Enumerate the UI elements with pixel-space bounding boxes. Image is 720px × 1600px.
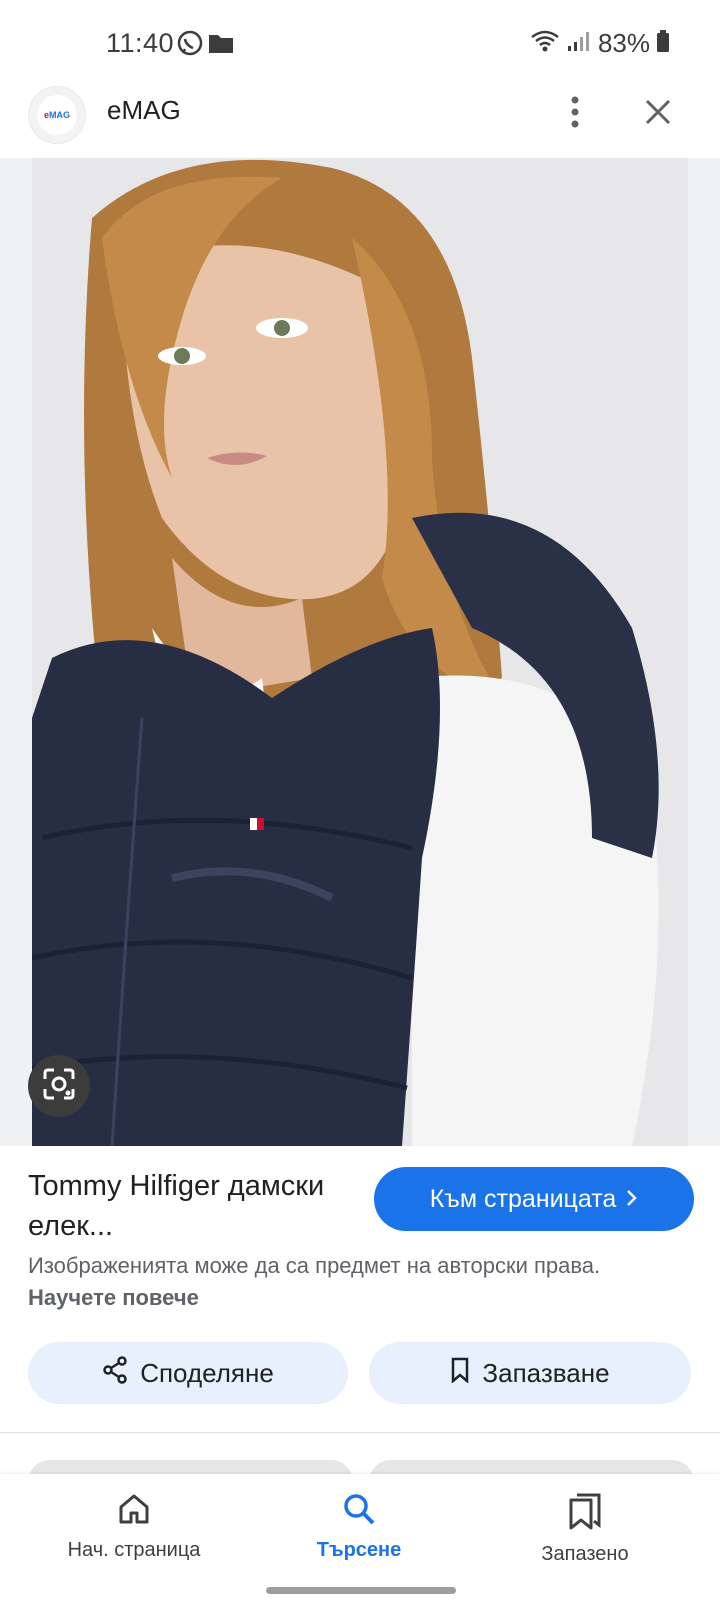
- share-button[interactable]: Споделяне: [28, 1342, 348, 1404]
- copyright-text: Изображенията може да са предмет на авто…: [28, 1253, 601, 1278]
- more-vert-icon: [570, 95, 580, 134]
- visit-page-label: Към страницата: [429, 1184, 617, 1213]
- google-lens-icon: [42, 1067, 76, 1106]
- site-name: eMAG: [107, 95, 181, 125]
- emag-logo: e MAG: [37, 95, 77, 135]
- signal-icon: [566, 29, 592, 58]
- product-title[interactable]: Tommy Hilfiger дамски елек...: [28, 1166, 358, 1246]
- save-label: Запазване: [482, 1357, 610, 1388]
- status-right: 83%: [530, 28, 670, 59]
- battery-icon: [656, 29, 670, 58]
- nav-search-label: Търсене: [316, 1539, 402, 1561]
- close-button[interactable]: [638, 94, 678, 134]
- visit-page-button[interactable]: Към страницата: [374, 1167, 694, 1231]
- bookmark-icon: [450, 1357, 470, 1390]
- site-header: e MAG eMAG: [0, 80, 720, 158]
- close-icon: [645, 99, 671, 130]
- nav-home-label: Нач. страница: [67, 1539, 201, 1561]
- folder-icon: [208, 32, 234, 59]
- nav-saved[interactable]: Запазено: [485, 1492, 685, 1566]
- bottom-navigation: Нач. страница Търсене Запазено: [0, 1474, 720, 1600]
- learn-more-link[interactable]: Научете повече: [28, 1285, 199, 1310]
- share-label: Споделяне: [140, 1357, 274, 1388]
- share-icon: [102, 1355, 128, 1391]
- chevron-right-icon: [626, 1185, 638, 1214]
- more-options-button[interactable]: [555, 94, 595, 134]
- google-lens-button[interactable]: [28, 1055, 90, 1117]
- saved-collections-icon: [568, 1492, 602, 1535]
- wifi-icon: [530, 29, 560, 58]
- save-button[interactable]: Запазване: [369, 1342, 691, 1404]
- product-photo: [32, 158, 688, 1146]
- status-bar: 11:40 83%: [0, 0, 720, 88]
- battery-percent: 83%: [597, 28, 650, 58]
- nav-home[interactable]: Нач. страница: [34, 1492, 234, 1562]
- status-time: 11:40: [106, 28, 175, 58]
- photo-illustration: [32, 158, 688, 1146]
- gesture-bar[interactable]: [266, 1587, 456, 1594]
- viber-icon: [176, 30, 204, 63]
- site-logo[interactable]: e MAG: [28, 86, 86, 144]
- search-icon: [342, 1492, 376, 1531]
- home-icon: [117, 1492, 151, 1531]
- divider: [0, 1432, 720, 1433]
- image-preview[interactable]: [0, 158, 720, 1146]
- nav-search[interactable]: Търсене: [259, 1492, 459, 1562]
- nav-saved-label: Запазено: [541, 1543, 629, 1565]
- copyright-notice: Изображенията може да са предмет на авто…: [28, 1250, 668, 1314]
